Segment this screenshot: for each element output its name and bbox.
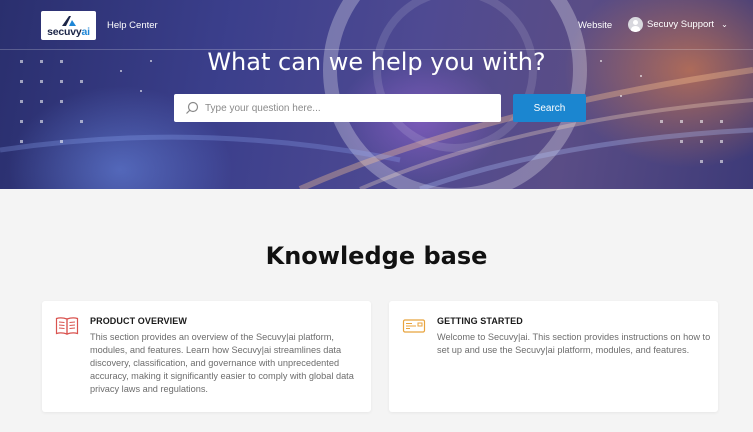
search-box (174, 94, 501, 122)
help-center-link[interactable]: Help Center (107, 20, 158, 31)
avatar (628, 17, 643, 32)
card-title: GETTING STARTED (437, 316, 523, 326)
website-link[interactable]: Website (578, 20, 612, 31)
search-input[interactable] (205, 95, 501, 121)
card-title: PRODUCT OVERVIEW (90, 316, 187, 326)
search-button[interactable]: Search (513, 94, 586, 122)
search-icon (186, 101, 199, 114)
logo-wordmark: secuvyai (47, 25, 90, 38)
card-getting-started[interactable]: GETTING STARTED Welcome to Secuvy|ai. Th… (389, 301, 718, 412)
card-description: This section provides an overview of the… (90, 332, 354, 394)
user-name: Secuvy Support (647, 19, 715, 30)
card-product-overview[interactable]: PRODUCT OVERVIEW This section provides a… (42, 301, 371, 412)
user-menu[interactable]: Secuvy Support ⌄ (628, 17, 728, 32)
ticket-icon (402, 319, 426, 333)
secuvy-logo[interactable]: secuvyai (41, 11, 96, 40)
hero-title: What can we help you with? (207, 48, 546, 76)
hero-banner: secuvyai Help Center Website Secuvy Supp… (0, 0, 753, 189)
knowledge-base-title: Knowledge base (265, 242, 488, 270)
card-description: Welcome to Secuvy|ai. This section provi… (437, 332, 711, 355)
book-icon (55, 317, 79, 335)
chevron-down-icon: ⌄ (721, 20, 728, 29)
